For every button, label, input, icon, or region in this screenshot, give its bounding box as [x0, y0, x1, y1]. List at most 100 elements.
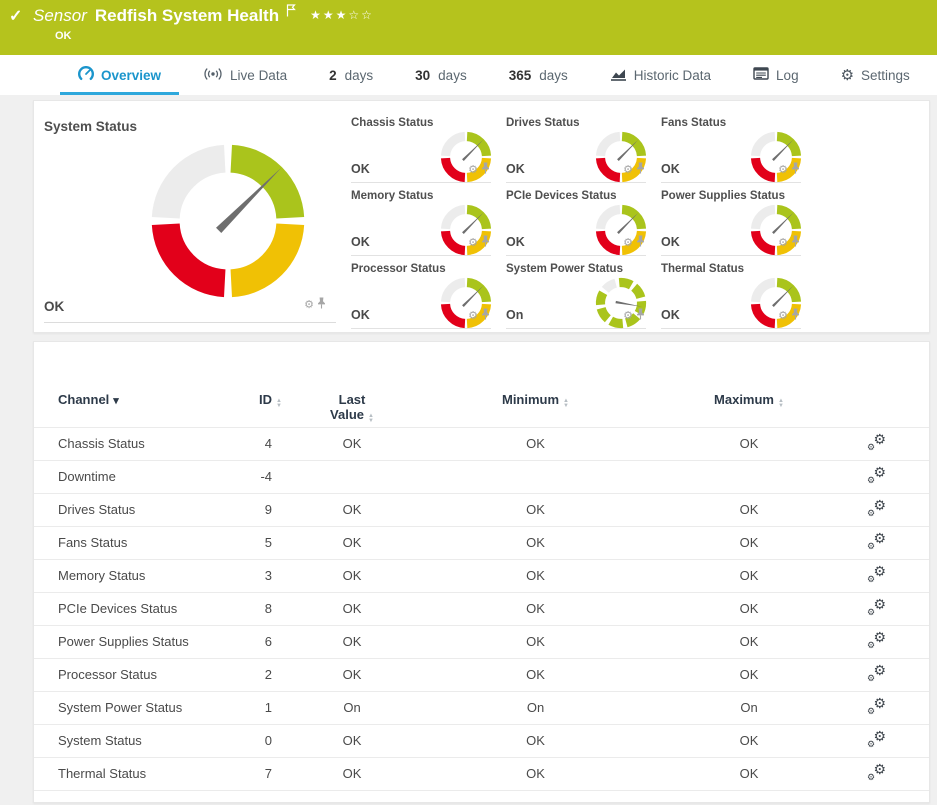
table-row[interactable]: PCIe Devices Status 8 OK OK OK ⚙⚙: [34, 592, 929, 625]
tab-live-data[interactable]: Live Data: [182, 55, 308, 95]
cell-maximum: OK: [659, 493, 839, 526]
table-row[interactable]: Drives Status 9 OK OK OK ⚙⚙: [34, 493, 929, 526]
channel-gauge-panel[interactable]: PCIe Devices Status OK ⚙: [506, 184, 646, 256]
cell-maximum: OK: [659, 625, 839, 658]
channel-gauge-panel[interactable]: Power Supplies Status OK ⚙: [661, 184, 801, 256]
channel-gauge-panel[interactable]: Fans Status OK ⚙: [661, 111, 801, 183]
gear-icon[interactable]: ⚙: [623, 165, 633, 176]
pin-icon[interactable]: [481, 161, 490, 179]
channel-settings-icon[interactable]: ⚙⚙: [867, 632, 886, 648]
gear-icon[interactable]: ⚙: [778, 238, 788, 249]
table-row[interactable]: Downtime -4 ⚙⚙: [34, 460, 929, 493]
channel-settings-icon[interactable]: ⚙⚙: [867, 533, 886, 549]
channel-gauge-panel[interactable]: Thermal Status OK ⚙: [661, 257, 801, 329]
cell-minimum: OK: [412, 592, 659, 625]
channel-settings-icon[interactable]: ⚙⚙: [867, 566, 886, 582]
cell-channel: Processor Status: [34, 658, 244, 691]
gauge-title: Memory Status: [351, 190, 433, 202]
gear-icon[interactable]: ⚙: [468, 311, 478, 322]
channel-settings-icon[interactable]: ⚙⚙: [867, 665, 886, 681]
tab-label: days: [345, 68, 374, 83]
page-title: Redfish System Health: [95, 6, 279, 26]
column-header-last-value[interactable]: Last Value▲▼: [292, 382, 412, 427]
channel-gauge-panel[interactable]: Chassis Status OK ⚙: [351, 111, 491, 183]
gauge-value: OK: [506, 162, 525, 176]
gear-icon[interactable]: ⚙: [468, 165, 478, 176]
pin-icon[interactable]: [317, 296, 326, 314]
pin-icon[interactable]: [636, 161, 645, 179]
column-header-maximum[interactable]: Maximum▲▼: [659, 382, 839, 427]
tab-label: Settings: [861, 68, 910, 83]
table-row[interactable]: Processor Status 2 OK OK OK ⚙⚙: [34, 658, 929, 691]
system-status-panel[interactable]: System Status OK ⚙: [44, 111, 336, 323]
cell-minimum: OK: [412, 427, 659, 460]
pin-icon[interactable]: [481, 234, 490, 252]
gear-icon: ⚙: [841, 68, 854, 83]
pin-icon[interactable]: [791, 307, 800, 325]
channel-gauge-panel[interactable]: Drives Status OK ⚙: [506, 111, 646, 183]
tab-historic-data[interactable]: Historic Data: [589, 55, 732, 95]
object-kind-label: Sensor: [33, 6, 87, 26]
cell-minimum: OK: [412, 658, 659, 691]
gear-icon[interactable]: ⚙: [468, 238, 478, 249]
tab-30-days[interactable]: 30 days: [394, 55, 488, 95]
priority-stars[interactable]: ★★★☆☆: [310, 8, 374, 22]
gear-icon[interactable]: ⚙: [778, 311, 788, 322]
gear-icon[interactable]: ⚙: [778, 165, 788, 176]
column-header-actions: [839, 382, 929, 427]
cell-channel: Memory Status: [34, 559, 244, 592]
cell-maximum: [659, 460, 839, 493]
channel-settings-icon[interactable]: ⚙⚙: [867, 599, 886, 615]
channel-settings-icon[interactable]: ⚙⚙: [867, 698, 886, 714]
column-header-id[interactable]: ID▲▼: [244, 382, 292, 427]
channel-gauge-panel[interactable]: Processor Status OK ⚙: [351, 257, 491, 329]
cell-id: 7: [244, 757, 292, 790]
tab-365-days[interactable]: 365 days: [488, 55, 589, 95]
channel-gauge-panel[interactable]: Memory Status OK ⚙: [351, 184, 491, 256]
pin-icon[interactable]: [636, 307, 645, 325]
sort-arrows-icon: ▲▼: [778, 399, 784, 409]
channel-settings-icon[interactable]: ⚙⚙: [867, 500, 886, 516]
cell-id: 1: [244, 691, 292, 724]
tab-2-days[interactable]: 2 days: [308, 55, 394, 95]
tab-number: 2: [329, 68, 337, 83]
column-header-channel[interactable]: Channel▾: [34, 382, 244, 427]
gauge-title: Processor Status: [351, 263, 446, 275]
channel-settings-icon[interactable]: ⚙⚙: [867, 764, 886, 780]
channel-gauge-panel[interactable]: System Power Status On ⚙: [506, 257, 646, 329]
tab-settings[interactable]: ⚙ Settings: [820, 55, 931, 95]
table-row[interactable]: Memory Status 3 OK OK OK ⚙⚙: [34, 559, 929, 592]
channel-settings-icon[interactable]: ⚙⚙: [867, 434, 886, 450]
table-row[interactable]: System Status 0 OK OK OK ⚙⚙: [34, 724, 929, 757]
gauge-icon: [78, 66, 94, 85]
table-row[interactable]: Thermal Status 7 OK OK OK ⚙⚙: [34, 757, 929, 790]
tab-bar: Overview Live Data 2 days 30 days 365 da…: [0, 55, 937, 95]
table-row[interactable]: Fans Status 5 OK OK OK ⚙⚙: [34, 526, 929, 559]
tab-log[interactable]: Log: [732, 55, 820, 95]
table-row[interactable]: Chassis Status 4 OK OK OK ⚙⚙: [34, 427, 929, 460]
channel-settings-icon[interactable]: ⚙⚙: [867, 731, 886, 747]
channel-table-body: Chassis Status 4 OK OK OK ⚙⚙ Downtime -4…: [34, 427, 929, 790]
gauge-value: OK: [661, 308, 680, 322]
cell-channel: Downtime: [34, 460, 244, 493]
tab-overview[interactable]: Overview: [57, 55, 182, 95]
gear-icon[interactable]: ⚙: [623, 238, 633, 249]
flag-icon[interactable]: [286, 4, 296, 22]
cell-id: 6: [244, 625, 292, 658]
tab-label: Log: [776, 68, 799, 83]
sensor-status-text: OK: [55, 30, 72, 42]
pin-icon[interactable]: [791, 161, 800, 179]
gauge-title: System Status: [44, 119, 137, 134]
table-row[interactable]: System Power Status 1 On On On ⚙⚙: [34, 691, 929, 724]
gauge-value: OK: [351, 162, 370, 176]
cell-channel: System Status: [34, 724, 244, 757]
pin-icon[interactable]: [791, 234, 800, 252]
table-row[interactable]: Power Supplies Status 6 OK OK OK ⚙⚙: [34, 625, 929, 658]
column-header-minimum[interactable]: Minimum▲▼: [412, 382, 659, 427]
gear-icon[interactable]: ⚙: [304, 300, 314, 311]
channel-settings-icon[interactable]: ⚙⚙: [867, 467, 886, 483]
gauges-panel: System Status OK ⚙ Chassis Status OK ⚙ D…: [33, 100, 930, 333]
pin-icon[interactable]: [481, 307, 490, 325]
gear-icon[interactable]: ⚙: [623, 311, 633, 322]
pin-icon[interactable]: [636, 234, 645, 252]
